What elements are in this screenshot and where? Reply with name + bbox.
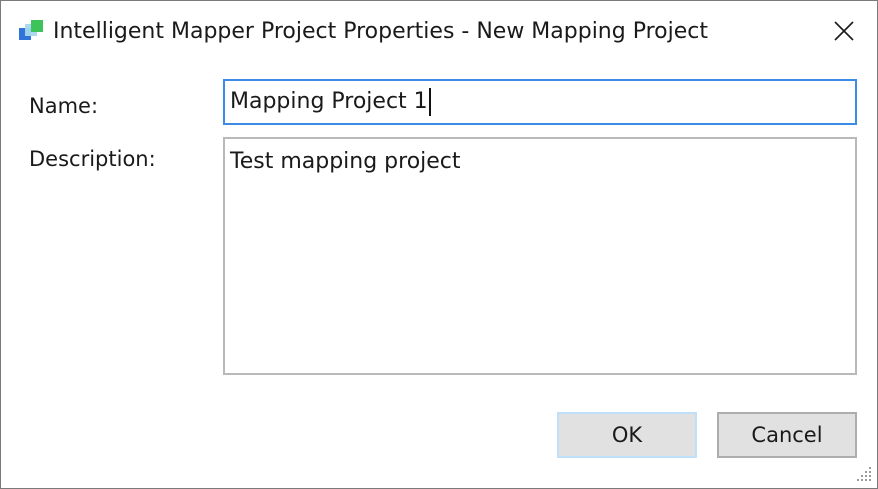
- close-button[interactable]: [817, 7, 871, 55]
- ok-button[interactable]: OK: [557, 412, 697, 458]
- resize-grip-icon[interactable]: [853, 463, 873, 483]
- project-properties-dialog: Intelligent Mapper Project Properties - …: [0, 0, 878, 489]
- description-textarea[interactable]: Test mapping project: [223, 137, 857, 375]
- title-bar[interactable]: Intelligent Mapper Project Properties - …: [1, 1, 877, 63]
- description-label: Description:: [29, 147, 156, 171]
- name-input-value: Mapping Project 1: [230, 89, 428, 114]
- description-value: Test mapping project: [230, 149, 461, 174]
- cancel-button[interactable]: Cancel: [717, 412, 857, 458]
- name-label: Name:: [29, 94, 99, 118]
- name-input[interactable]: Mapping Project 1: [223, 79, 857, 125]
- close-icon: [834, 21, 854, 41]
- text-caret: [428, 88, 431, 116]
- cancel-button-label: Cancel: [751, 423, 823, 447]
- window-title: Intelligent Mapper Project Properties - …: [53, 19, 708, 44]
- ok-button-label: OK: [611, 423, 643, 447]
- app-icon: [19, 20, 45, 44]
